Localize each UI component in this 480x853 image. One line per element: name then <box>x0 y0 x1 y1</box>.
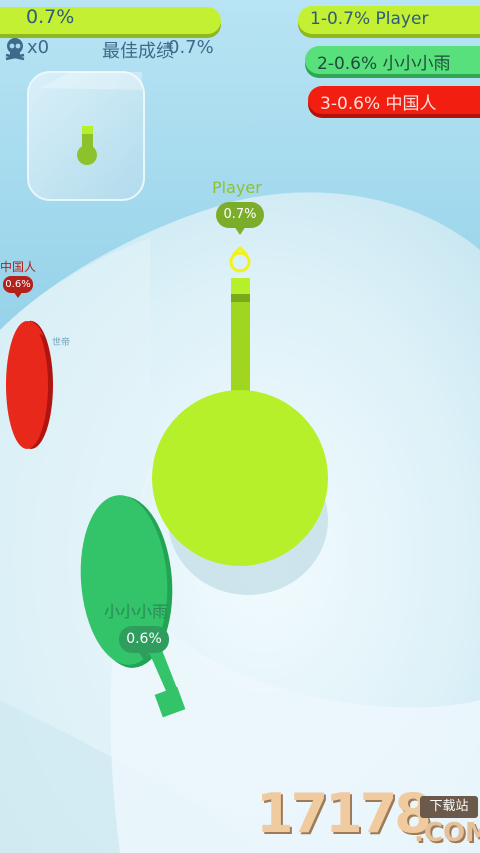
kill-count: x0 <box>27 37 50 58</box>
player-name-label: Player <box>212 178 262 197</box>
leaderboard-entry-2: 2-0.6% 小小小雨 <box>305 46 480 74</box>
watermark-domain: .COM <box>414 818 480 848</box>
leaderboard-entry-3: 3-0.6% 中国人 <box>308 86 480 114</box>
watermark-number: 17178 <box>256 782 432 845</box>
chinese-score-bubble: 0.6% <box>3 276 33 298</box>
progress-text: 0.7% <box>26 6 75 28</box>
leaderboard-entry-text: 3-0.6% 中国人 <box>320 94 437 114</box>
chinese-name-label: 中国人 <box>0 260 37 274</box>
player-score-bubble: 0.7% <box>216 202 264 235</box>
game-scene: 世帝 <box>0 0 480 853</box>
leaderboard-entry-1: 1-0.7% Player <box>298 6 480 34</box>
best-score-label: 最佳成绩 <box>102 41 174 62</box>
best-score-value: 0.7% <box>168 37 214 58</box>
skull-icon <box>5 38 25 61</box>
rain-name-label: 小小小雨 <box>104 602 169 621</box>
leaderboard-entry-text: 1-0.7% Player <box>310 9 429 29</box>
rain-score-bubble: 0.6% <box>119 626 169 660</box>
map-text: 世帝 <box>52 336 70 348</box>
leaderboard-entry-text: 2-0.6% 小小小雨 <box>317 54 451 74</box>
chinese-snake <box>6 320 53 449</box>
watermark-tag: 下载站 <box>420 796 478 818</box>
ice-cube-icon <box>27 71 145 201</box>
